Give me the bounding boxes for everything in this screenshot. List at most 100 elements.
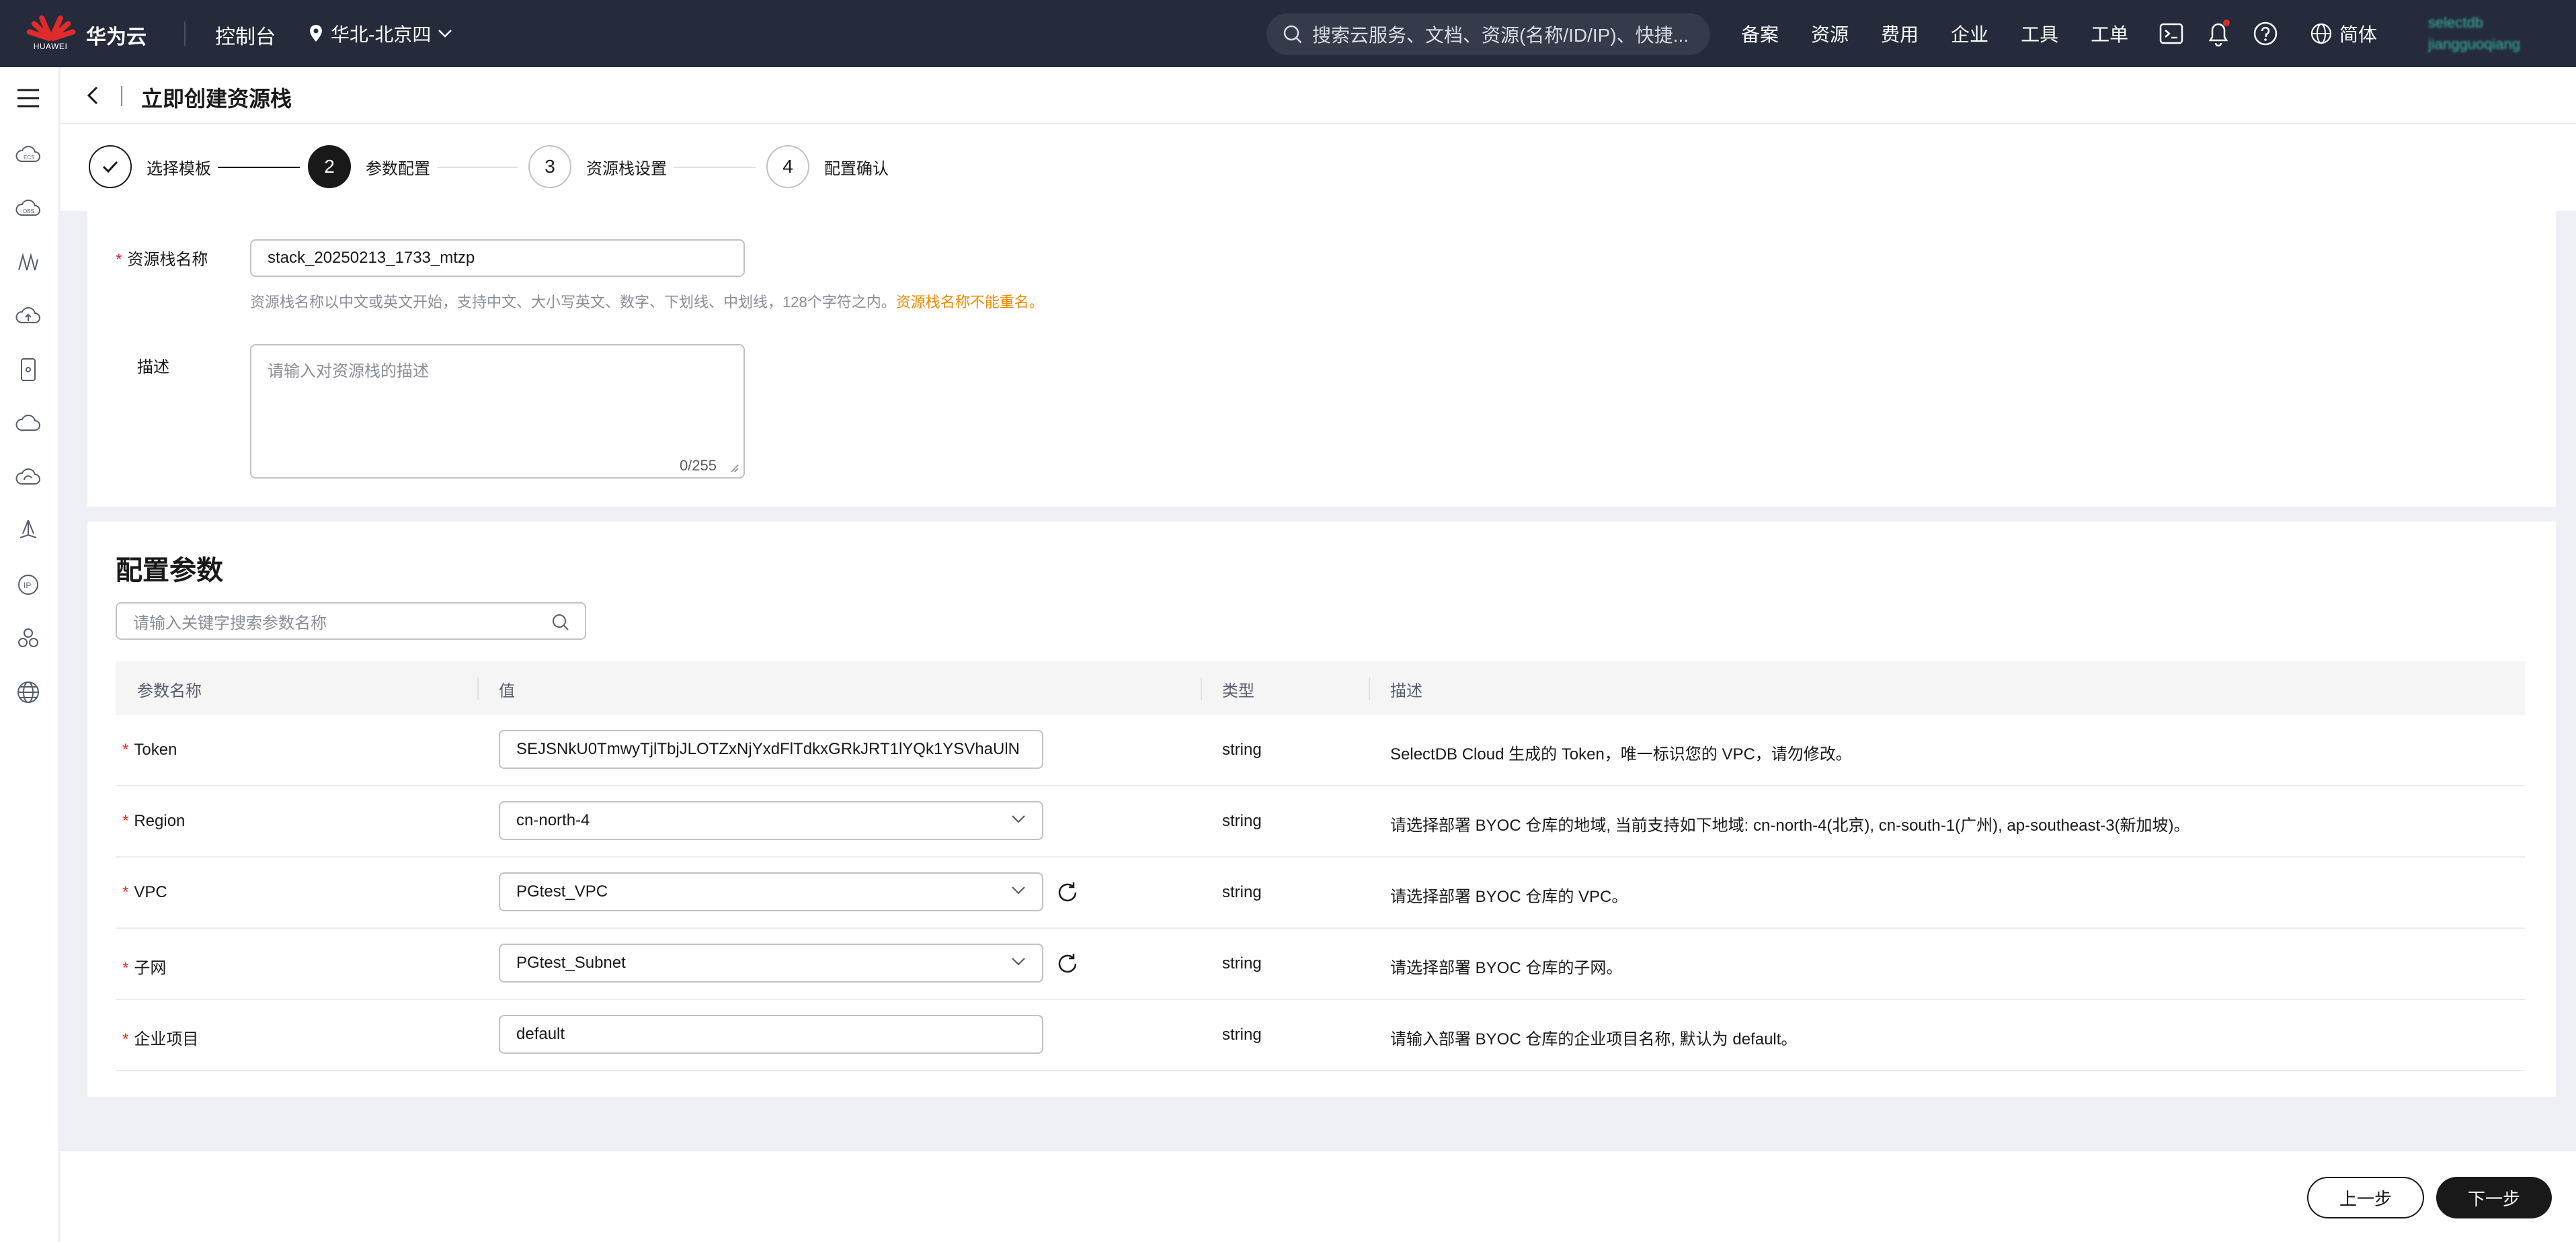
step-label: 选择模板: [147, 159, 211, 178]
param-name: * Token: [122, 741, 177, 759]
param-name: * Region: [122, 812, 186, 830]
language-selector[interactable]: 简体: [2310, 20, 2377, 47]
globe-network-icon[interactable]: [15, 679, 42, 706]
cloud-upload-icon[interactable]: [15, 302, 42, 329]
region-select[interactable]: cn-north-4: [499, 801, 1043, 840]
param-search-input[interactable]: 请输入关键字搜索参数名称: [116, 602, 586, 640]
next-step-button[interactable]: 下一步: [2436, 1177, 2552, 1218]
globe-icon: [2310, 23, 2332, 44]
cloud-shell-icon[interactable]: [2158, 20, 2185, 47]
search-icon[interactable]: [551, 613, 570, 632]
bell-icon[interactable]: [2205, 19, 2232, 48]
resize-handle-icon[interactable]: [727, 461, 739, 473]
nav-link-resources[interactable]: 资源: [1811, 20, 1849, 47]
param-type: string: [1222, 954, 1262, 972]
page-title: 立即创建资源栈: [141, 87, 292, 111]
table-row: * Token SEJSNkU0TmwyTjlTbjJLOTZxNjYxdFlTd…: [116, 715, 2525, 786]
service-sidebar: ECS OBS IP: [0, 67, 59, 1242]
nav-link-beian[interactable]: 备案: [1741, 20, 1779, 47]
divider: [121, 86, 122, 106]
cluster-icon[interactable]: [15, 625, 42, 652]
stack-name-hint: 资源栈名称以中文或英文开始，支持中文、大小写英文、数字、下划线、中划线，128个…: [250, 294, 1044, 310]
cloud-icon[interactable]: [15, 410, 42, 437]
param-type: string: [1222, 883, 1262, 901]
step-stack-settings: 3 资源栈设置: [528, 145, 667, 188]
table-header: 参数名称 值 类型 描述: [116, 661, 2525, 715]
subnet-select[interactable]: PGtest_Subnet: [499, 944, 1043, 983]
refresh-icon[interactable]: [1055, 952, 1080, 976]
stack-name-input[interactable]: stack_20250213_1733_mtzp: [250, 239, 745, 277]
nav-link-tickets[interactable]: 工单: [2091, 20, 2128, 47]
nav-link-enterprise[interactable]: 企业: [1951, 20, 1988, 47]
column-divider[interactable]: [1369, 677, 1370, 700]
required-mark: *: [116, 251, 122, 269]
refresh-icon[interactable]: [1055, 880, 1080, 905]
top-icon-group: [2158, 19, 2279, 48]
console-link[interactable]: 控制台: [215, 20, 276, 50]
huawei-logo[interactable]: HUAWEI: [26, 12, 77, 59]
global-search-placeholder: 搜索云服务、文档、资源(名称/ID/IP)、快捷...: [1312, 25, 1689, 46]
user-account[interactable]: selectdb jiangguoqiang: [2428, 12, 2520, 55]
char-counter: 0/255: [679, 457, 717, 474]
enterprise-project-input[interactable]: default: [499, 1015, 1043, 1054]
col-description: 描述: [1390, 682, 1422, 700]
param-description: 请选择部署 BYOC 仓库的地域, 当前支持如下地域: cn-north-4(北…: [1390, 817, 2190, 835]
param-type: string: [1222, 741, 1262, 759]
required-mark: *: [122, 1030, 129, 1048]
storage-icon[interactable]: [15, 356, 42, 383]
param-name: * 子网: [122, 959, 167, 977]
back-arrow-icon[interactable]: [82, 83, 106, 108]
step-label: 参数配置: [366, 159, 430, 178]
subnet-select-value: PGtest_Subnet: [516, 954, 626, 972]
col-type: 类型: [1222, 682, 1254, 700]
global-search-input[interactable]: 搜索云服务、文档、资源(名称/ID/IP)、快捷...: [1266, 13, 1710, 55]
nav-link-tools[interactable]: 工具: [2021, 20, 2058, 47]
chevron-down-icon: [438, 30, 452, 38]
wizard-steps: 选择模板 2 参数配置 3 资源栈设置 4 配置确认: [61, 124, 2576, 211]
column-divider[interactable]: [477, 677, 479, 700]
divider: [184, 22, 186, 46]
region-selector[interactable]: 华北-北京四: [308, 20, 452, 47]
param-name: * 企业项目: [122, 1030, 199, 1048]
menu-icon[interactable]: [15, 85, 42, 112]
description-placeholder: 请输入对资源栈的描述: [268, 362, 429, 380]
language-label: 简体: [2339, 24, 2378, 45]
svg-text:ECS: ECS: [24, 155, 34, 161]
description-textarea[interactable]: 请输入对资源栈的描述 0/255: [250, 344, 745, 479]
region-label: 华北-北京四: [331, 24, 432, 45]
step-param-config: 2 参数配置: [308, 145, 430, 188]
help-icon[interactable]: [2252, 20, 2279, 47]
required-mark: *: [122, 883, 129, 901]
obs-cloud-icon[interactable]: OBS: [15, 195, 42, 222]
param-type: string: [1222, 1026, 1262, 1044]
param-description: 请选择部署 BYOC 仓库的子网。: [1390, 959, 1623, 977]
param-search-placeholder: 请输入关键字搜索参数名称: [133, 614, 327, 632]
cloud-sync-icon[interactable]: [15, 464, 42, 491]
ecs-cloud-icon[interactable]: ECS: [15, 141, 42, 168]
user-name-line1: selectdb: [2428, 14, 2483, 31]
eip-icon[interactable]: IP: [15, 571, 42, 598]
vpc-select-value: PGtest_VPC: [516, 882, 608, 901]
region-select-value: cn-north-4: [516, 811, 590, 829]
required-mark: *: [122, 741, 129, 759]
chevron-down-icon: [1012, 958, 1025, 966]
cce-icon[interactable]: [15, 249, 42, 276]
step-number: 3: [528, 145, 571, 188]
step-label: 资源栈设置: [586, 159, 667, 178]
step-number: 2: [308, 145, 351, 188]
nav-link-billing[interactable]: 费用: [1881, 20, 1919, 47]
token-input[interactable]: SEJSNkU0TmwyTjlTbjJLOTZxNjYxdFlTdkxGRkJR…: [499, 730, 1043, 769]
col-value: 值: [499, 682, 515, 700]
param-description: SelectDB Cloud 生成的 Token，唯一标识您的 VPC，请勿修改…: [1390, 745, 1852, 763]
logo-word: HUAWEI: [33, 42, 68, 51]
brand-name[interactable]: 华为云: [86, 20, 147, 50]
stack-name-label: * 资源栈名称: [116, 251, 208, 269]
description-label: 描述: [137, 358, 169, 376]
column-divider[interactable]: [1201, 677, 1202, 700]
previous-step-button[interactable]: 上一步: [2307, 1177, 2424, 1218]
vpc-select[interactable]: PGtest_VPC: [499, 872, 1043, 911]
step-connector: [437, 167, 518, 168]
required-mark: *: [122, 959, 129, 977]
network-icon[interactable]: [15, 518, 42, 544]
step-connector: [674, 167, 756, 168]
